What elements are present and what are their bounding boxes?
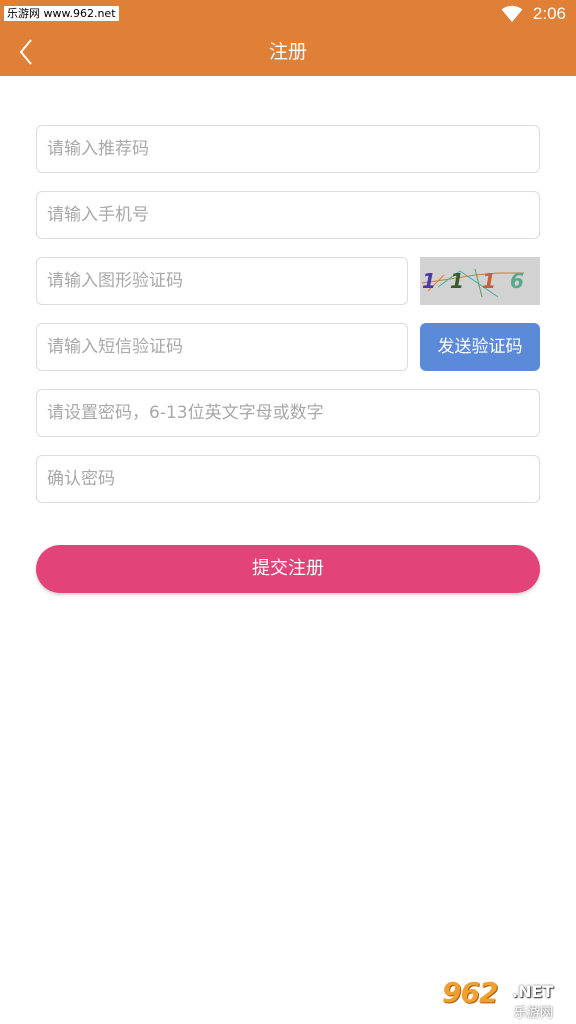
confirm-password-field[interactable] <box>36 455 540 503</box>
referral-code-input[interactable] <box>37 126 539 172</box>
image-captcha-input[interactable] <box>37 258 407 304</box>
send-code-button[interactable]: 发送验证码 <box>420 323 540 371</box>
password-field[interactable] <box>36 389 540 437</box>
wifi-icon <box>501 5 523 22</box>
captcha-digit: 1 <box>450 269 464 293</box>
app-bar: 注册 <box>0 28 576 76</box>
referral-code-field[interactable] <box>36 125 540 173</box>
page-title: 注册 <box>268 41 307 63</box>
clock: 2:06 <box>532 4 566 23</box>
captcha-digit: 1 <box>482 269 496 293</box>
captcha-digit: 1 <box>422 269 436 293</box>
captcha-digit: 6 <box>510 269 524 293</box>
logo-domain: .NET <box>512 982 554 1001</box>
captcha-image[interactable]: 1 1 1 6 <box>420 257 540 305</box>
logo-name: 乐游网 <box>514 1006 554 1021</box>
confirm-password-input[interactable] <box>37 456 539 502</box>
phone-field[interactable] <box>36 191 540 239</box>
sms-code-input[interactable] <box>37 324 407 370</box>
watermark-logo: 962 .NET 乐游网 <box>440 976 570 1021</box>
status-icons: 2:06 <box>501 3 566 25</box>
image-captcha-field[interactable] <box>36 257 408 305</box>
sms-code-field[interactable] <box>36 323 408 371</box>
submit-register-button[interactable]: 提交注册 <box>36 545 540 593</box>
status-bar: 乐游网 www.962.net 2:06 <box>0 0 576 28</box>
phone-input[interactable] <box>37 192 539 238</box>
logo-number: 962 <box>442 976 498 1009</box>
watermark-text: 乐游网 www.962.net <box>4 6 119 21</box>
password-input[interactable] <box>37 390 539 436</box>
